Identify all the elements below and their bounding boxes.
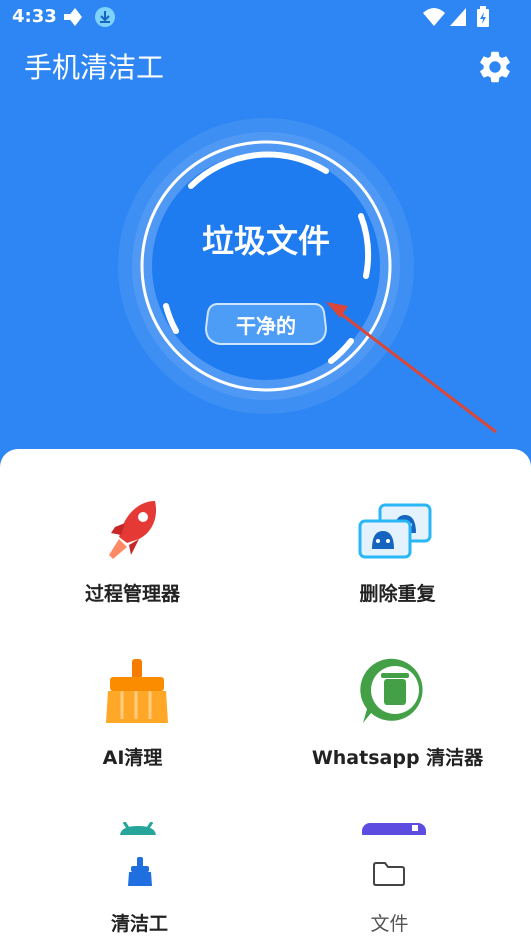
status-bar: 4:33 — [0, 0, 531, 34]
whatsapp-trash-icon — [360, 658, 423, 723]
duplicate-photos-icon — [358, 503, 432, 559]
gauge-rings — [118, 118, 414, 414]
tab-label: 文件 — [370, 913, 409, 935]
status-badge-label: 干净的 — [236, 314, 296, 338]
wifi-icon — [423, 8, 445, 26]
download-icon — [95, 7, 115, 27]
broom-icon — [128, 857, 152, 886]
signal-icon — [450, 8, 466, 26]
feature-process-manager[interactable]: 过程管理器 — [0, 449, 265, 609]
feature-label: AI清理 — [102, 747, 163, 769]
status-time: 4:33 — [12, 6, 57, 27]
broom-icon — [106, 659, 168, 723]
folder-icon — [373, 862, 405, 886]
tab-cleaner[interactable]: 清洁工 — [7, 835, 272, 944]
gear-icon[interactable] — [476, 48, 514, 86]
junk-files-gauge[interactable]: 垃圾文件 干净的 — [116, 116, 416, 416]
gauge-title: 垃圾文件 — [201, 222, 330, 260]
app-title: 手机清洁工 — [24, 51, 165, 84]
bottom-nav: 清洁工 文件 — [0, 835, 531, 944]
feature-label: Whatsapp 清洁器 — [311, 747, 484, 769]
navigation-icon — [64, 8, 82, 26]
feature-whatsapp-cleaner[interactable]: Whatsapp 清洁器 — [265, 609, 530, 769]
feature-ai-clean[interactable]: AI清理 — [0, 609, 265, 769]
rocket-icon — [109, 501, 157, 559]
feature-label: 过程管理器 — [84, 583, 180, 605]
feature-delete-duplicates[interactable]: 删除重复 — [265, 449, 530, 609]
android-icon — [120, 822, 156, 836]
feature-label: 删除重复 — [359, 583, 436, 605]
status-badge: 干净的 — [204, 302, 328, 346]
battery-icon — [477, 6, 489, 27]
tab-label: 清洁工 — [110, 913, 168, 935]
tab-files[interactable]: 文件 — [257, 835, 522, 944]
